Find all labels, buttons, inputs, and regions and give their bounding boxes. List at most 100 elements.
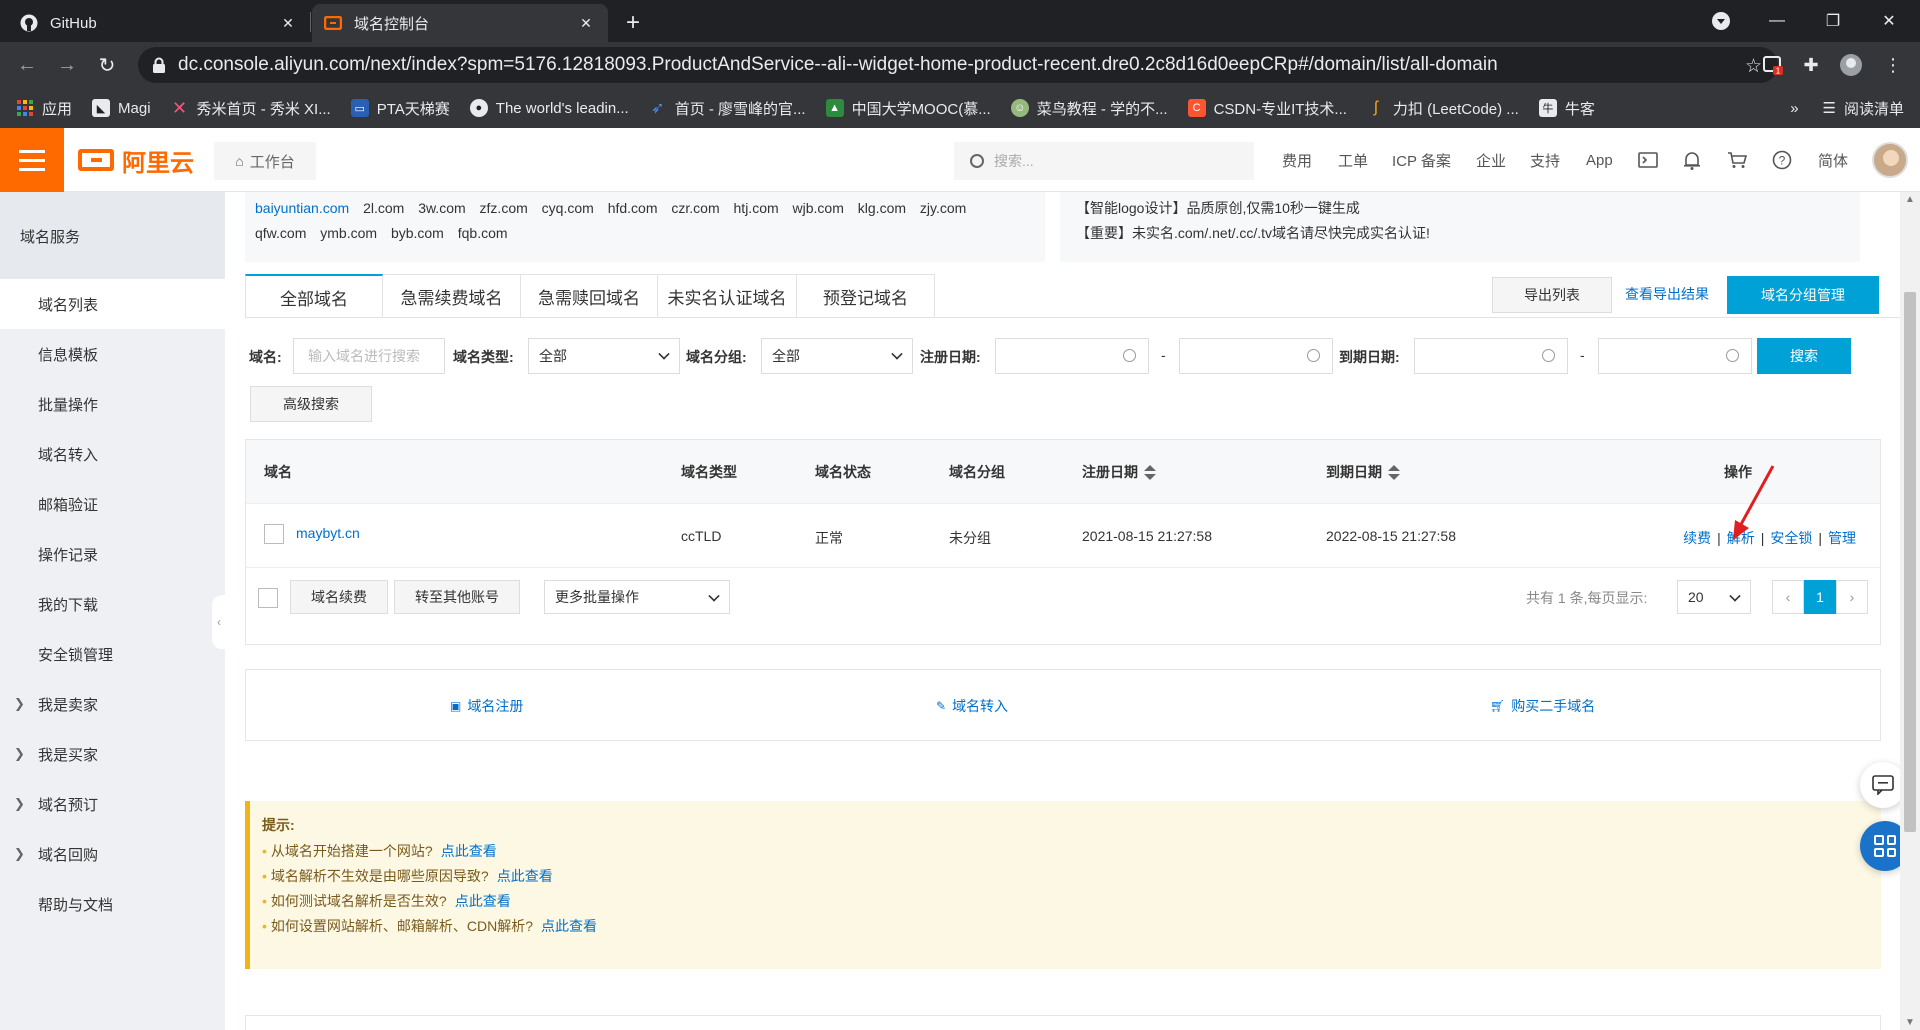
sidebar-item-domain-transfer-in[interactable]: 域名转入 (0, 429, 225, 479)
bell-icon[interactable] (1680, 148, 1704, 172)
quick-link-transfer-in[interactable]: ✎ 域名转入 (936, 696, 1008, 716)
sort-icon[interactable] (1144, 465, 1156, 481)
sidebar-item-help-docs[interactable]: 帮助与文档 (0, 879, 225, 929)
domain-link[interactable]: maybyt.cn (296, 525, 360, 541)
view-export-result-link[interactable]: 查看导出结果 (1625, 284, 1709, 304)
profile-avatar-icon[interactable] (1838, 52, 1864, 78)
promo-domain[interactable]: cyq.com (542, 200, 594, 216)
workbench-button[interactable]: ⌂ 工作台 (214, 142, 316, 180)
tip-link[interactable]: 点此查看 (441, 843, 497, 859)
domain-type-select[interactable]: 全部 (528, 338, 680, 374)
export-list-button[interactable]: 导出列表 (1492, 277, 1612, 313)
close-icon[interactable]: ✕ (278, 13, 298, 33)
menu-icon[interactable] (0, 128, 64, 192)
bookmark-magi[interactable]: ◣ Magi (92, 99, 151, 117)
promo-domain[interactable]: 2l.com (363, 200, 404, 216)
close-icon[interactable]: ✕ (576, 13, 596, 33)
reading-list[interactable]: 阅读清单 (1844, 98, 1904, 119)
tip-link[interactable]: 点此查看 (497, 868, 553, 884)
sidebar-item-email-verify[interactable]: 邮箱验证 (0, 479, 225, 529)
sidebar-item-security-lock[interactable]: 安全锁管理 (0, 629, 225, 679)
promo-domain[interactable]: wjb.com (793, 200, 844, 216)
select-all-checkbox[interactable] (258, 588, 278, 608)
promo-domain[interactable]: byb.com (391, 225, 444, 241)
scroll-up-icon[interactable]: ▲ (1905, 194, 1915, 205)
advanced-search-button[interactable]: 高级搜索 (250, 386, 372, 422)
exp-date-end-input[interactable] (1598, 338, 1752, 374)
next-page-icon[interactable]: › (1836, 580, 1868, 614)
tip-link[interactable]: 点此查看 (455, 893, 511, 909)
domain-group-manage-button[interactable]: 域名分组管理 (1727, 276, 1879, 314)
col-exp-date[interactable]: 到期日期 (1326, 462, 1400, 482)
sidebar-item-domain-list[interactable]: 域名列表 (0, 279, 225, 329)
sidebar-item-seller[interactable]: ❯ 我是卖家 (0, 679, 225, 729)
transfer-account-button[interactable]: 转至其他账号 (394, 580, 520, 614)
page-size-select[interactable]: 20 (1677, 580, 1751, 614)
promo-domain[interactable]: ymb.com (320, 225, 377, 241)
help-icon[interactable]: ? (1770, 148, 1794, 172)
reg-date-start-input[interactable] (995, 338, 1149, 374)
minimize-icon[interactable]: — (1754, 0, 1800, 42)
aliyun-logo[interactable]: 阿里云 (78, 144, 194, 177)
terminal-icon[interactable] (1636, 148, 1660, 172)
promo-domain[interactable]: klg.com (858, 200, 906, 216)
promo-domain[interactable]: zfz.com (480, 200, 528, 216)
promo-domain-link[interactable]: baiyuntian.com (255, 200, 349, 216)
renew-link[interactable]: 续费 (1683, 530, 1711, 546)
maximize-icon[interactable]: ❐ (1810, 0, 1856, 42)
search-button[interactable]: 搜索 (1757, 338, 1851, 374)
notice-logo-design[interactable]: 【智能logo设计】品质原创,仅需10秒一键生成 (1076, 196, 1844, 221)
col-reg-date[interactable]: 注册日期 (1082, 462, 1156, 482)
tab-preregistered[interactable]: 预登记域名 (797, 274, 935, 318)
language-switch[interactable]: 简体 (1818, 128, 1848, 192)
puzzle-icon[interactable]: ✚ (1798, 52, 1824, 78)
tab-github[interactable]: GitHub ✕ (8, 4, 310, 42)
sidebar-item-batch-ops[interactable]: 批量操作 (0, 379, 225, 429)
tip-link[interactable]: 点此查看 (541, 918, 597, 934)
nav-support[interactable]: 支持 (1530, 128, 1560, 192)
prev-page-icon[interactable]: ‹ (1772, 580, 1804, 614)
sidebar-item-downloads[interactable]: 我的下载 (0, 579, 225, 629)
address-bar[interactable]: dc.console.aliyun.com/next/index?spm=517… (138, 47, 1778, 83)
nav-tickets[interactable]: 工单 (1338, 128, 1368, 192)
promo-domain[interactable]: hfd.com (608, 200, 658, 216)
nav-fees[interactable]: 费用 (1282, 128, 1312, 192)
bookmark-github[interactable]: ● The world's leadin... (469, 99, 629, 117)
sidebar-item-reserve[interactable]: ❯ 域名预订 (0, 779, 225, 829)
extension-icon[interactable]: 1 (1760, 52, 1786, 78)
reg-date-end-input[interactable] (1179, 338, 1333, 374)
cart-icon[interactable] (1725, 148, 1749, 172)
tab-domain-console[interactable]: 域名控制台 ✕ (312, 4, 608, 42)
tab-unverified[interactable]: 未实名认证域名 (658, 274, 797, 318)
promo-domain[interactable]: qfw.com (255, 225, 306, 241)
window-close-icon[interactable]: ✕ (1866, 0, 1912, 42)
profile-menu-icon[interactable] (1698, 0, 1744, 42)
domain-group-select[interactable]: 全部 (761, 338, 913, 374)
promo-domain[interactable]: fqb.com (458, 225, 508, 241)
promo-domain[interactable]: 3w.com (418, 200, 465, 216)
promo-domain[interactable]: zjy.com (920, 200, 966, 216)
nav-enterprise[interactable]: 企业 (1476, 128, 1506, 192)
scrollbar-thumb[interactable] (1904, 292, 1916, 832)
bookmarks-more-icon[interactable]: » (1790, 100, 1798, 117)
page-number[interactable]: 1 (1804, 580, 1836, 614)
quick-link-buy-second-hand[interactable]: 🛒︎ 购买二手域名 (1490, 696, 1595, 716)
user-avatar[interactable] (1872, 142, 1908, 178)
tab-renew-urgent[interactable]: 急需续费域名 (383, 274, 521, 318)
promo-domain[interactable]: czr.com (671, 200, 719, 216)
search-input[interactable]: 搜索... (954, 142, 1254, 180)
tab-redeem-urgent[interactable]: 急需赎回域名 (521, 274, 658, 318)
sidebar-item-op-log[interactable]: 操作记录 (0, 529, 225, 579)
domain-search-input[interactable]: 输入域名进行搜索 (293, 338, 445, 374)
sidebar-item-buyback[interactable]: ❯ 域名回购 (0, 829, 225, 879)
bulk-more-select[interactable]: 更多批量操作 (544, 580, 730, 614)
bookmark-pta[interactable]: ▭ PTA天梯赛 (350, 98, 450, 119)
back-icon[interactable]: ← (12, 50, 42, 80)
quick-link-register[interactable]: ▣ 域名注册 (450, 696, 523, 716)
nav-icp[interactable]: ICP 备案 (1392, 128, 1451, 192)
bookmark-mooc[interactable]: ▲ 中国大学MOOC(慕... (825, 98, 991, 119)
bookmark-runoob[interactable]: ☺ 菜鸟教程 - 学的不... (1010, 98, 1168, 119)
sidebar-item-info-template[interactable]: 信息模板 (0, 329, 225, 379)
reload-icon[interactable]: ↻ (92, 50, 122, 80)
sidebar-collapse-handle[interactable]: ‹ (212, 595, 226, 649)
